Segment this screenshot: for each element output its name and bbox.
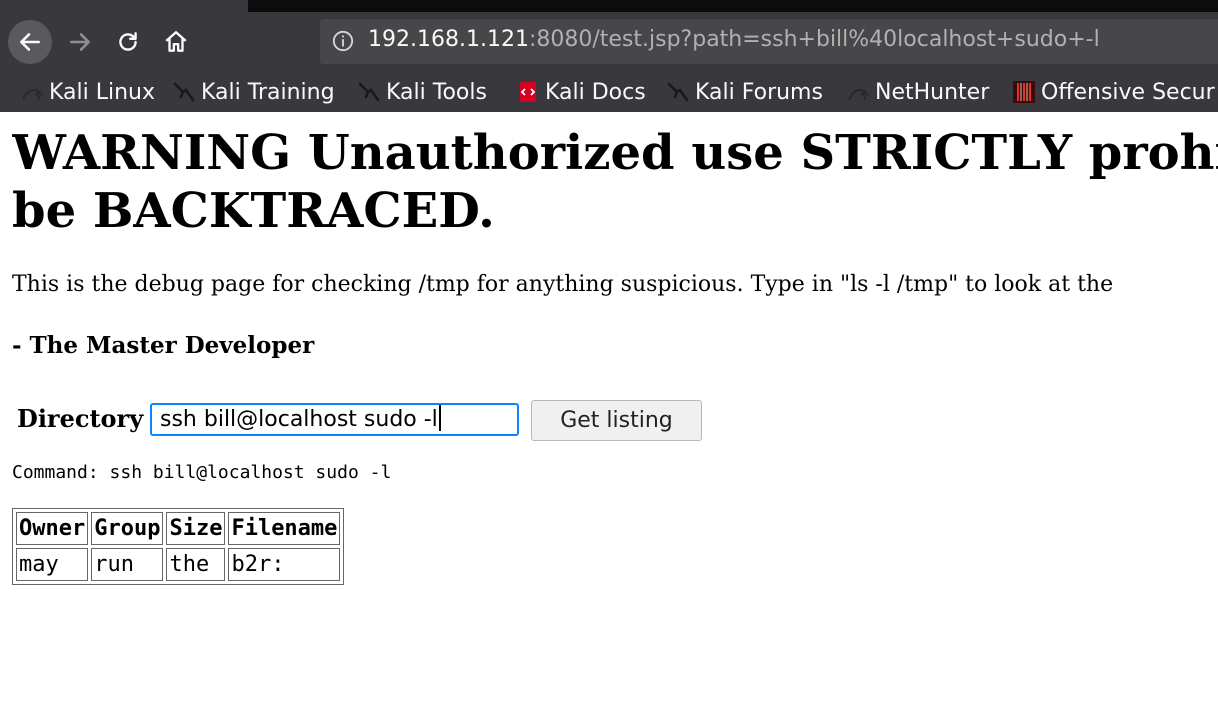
reload-icon	[119, 32, 137, 51]
cell-group: run	[91, 548, 164, 581]
cell-size: the	[166, 548, 226, 581]
text-caret	[438, 405, 441, 431]
bookmarks-toolbar: Kali Linux Kali Training Kali Tools Kali…	[0, 72, 1218, 112]
kali-dragon-icon	[847, 88, 870, 101]
url-path: :8080/test.jsp?path=ssh+bill%40localhost…	[528, 27, 1100, 52]
bookmark-kali-tools[interactable]: Kali Tools	[357, 76, 487, 108]
listing-table: Owner Group Size Filename may run the b2…	[12, 508, 345, 585]
home-button[interactable]	[154, 20, 198, 64]
back-icon	[20, 33, 40, 51]
url-host: 192.168.1.121	[368, 27, 529, 52]
kali-dragon-icon	[358, 82, 380, 102]
home-icon	[165, 31, 187, 52]
signature-text: - The Master Developer	[12, 332, 315, 359]
cell-owner: may	[16, 548, 89, 581]
kali-dragon-icon	[173, 82, 195, 102]
page-content: WARNING Unauthorized use STRICTLY prohib…	[12, 112, 1218, 706]
header-owner: Owner	[16, 512, 89, 545]
forward-button[interactable]	[58, 20, 102, 64]
info-icon[interactable]	[332, 30, 354, 52]
bookmark-kali-training[interactable]: Kali Training	[172, 76, 335, 108]
header-group: Group	[91, 512, 164, 545]
url-bar[interactable]: 192.168.1.121:8080/test.jsp?path=ssh+bil…	[320, 19, 1218, 64]
bookmark-kali-docs[interactable]: Kali Docs	[516, 76, 646, 108]
directory-input[interactable]: ssh bill@localhost sudo -l	[150, 403, 519, 436]
back-button[interactable]	[8, 20, 52, 64]
cell-filename: b2r:	[228, 548, 341, 581]
get-listing-button[interactable]: Get listing	[531, 400, 702, 441]
table-header-row: Owner Group Size Filename	[16, 512, 341, 545]
tab-strip	[0, 0, 1218, 12]
browser-chrome: 192.168.1.121:8080/test.jsp?path=ssh+bil…	[0, 0, 1218, 112]
kali-dragon-icon	[21, 88, 44, 101]
header-size: Size	[166, 512, 226, 545]
table-row: may run the b2r:	[16, 548, 341, 581]
directory-label: Directory	[17, 404, 144, 433]
header-filename: Filename	[228, 512, 341, 545]
active-tab[interactable]	[0, 0, 248, 12]
bookmark-offensive-security[interactable]: Offensive Secur	[1012, 76, 1215, 108]
bookmark-kali-forums[interactable]: Kali Forums	[666, 76, 823, 108]
url-text[interactable]: 192.168.1.121:8080/test.jsp?path=ssh+bil…	[368, 27, 1100, 52]
description-text: This is the debug page for checking /tmp…	[12, 272, 1114, 297]
kali-docs-icon	[520, 82, 536, 102]
offsec-icon	[1013, 81, 1035, 103]
reload-button[interactable]	[106, 20, 150, 64]
bookmark-kali-linux[interactable]: Kali Linux	[20, 76, 155, 108]
command-output: Command: ssh bill@localhost sudo -l	[12, 462, 392, 483]
warning-heading: WARNING Unauthorized use STRICTLY prohib…	[12, 125, 1218, 239]
directory-input-value: ssh bill@localhost sudo -l	[160, 407, 438, 432]
bookmark-nethunter[interactable]: NetHunter	[846, 76, 989, 108]
kali-dragon-icon	[667, 82, 689, 102]
forward-icon	[70, 33, 90, 51]
